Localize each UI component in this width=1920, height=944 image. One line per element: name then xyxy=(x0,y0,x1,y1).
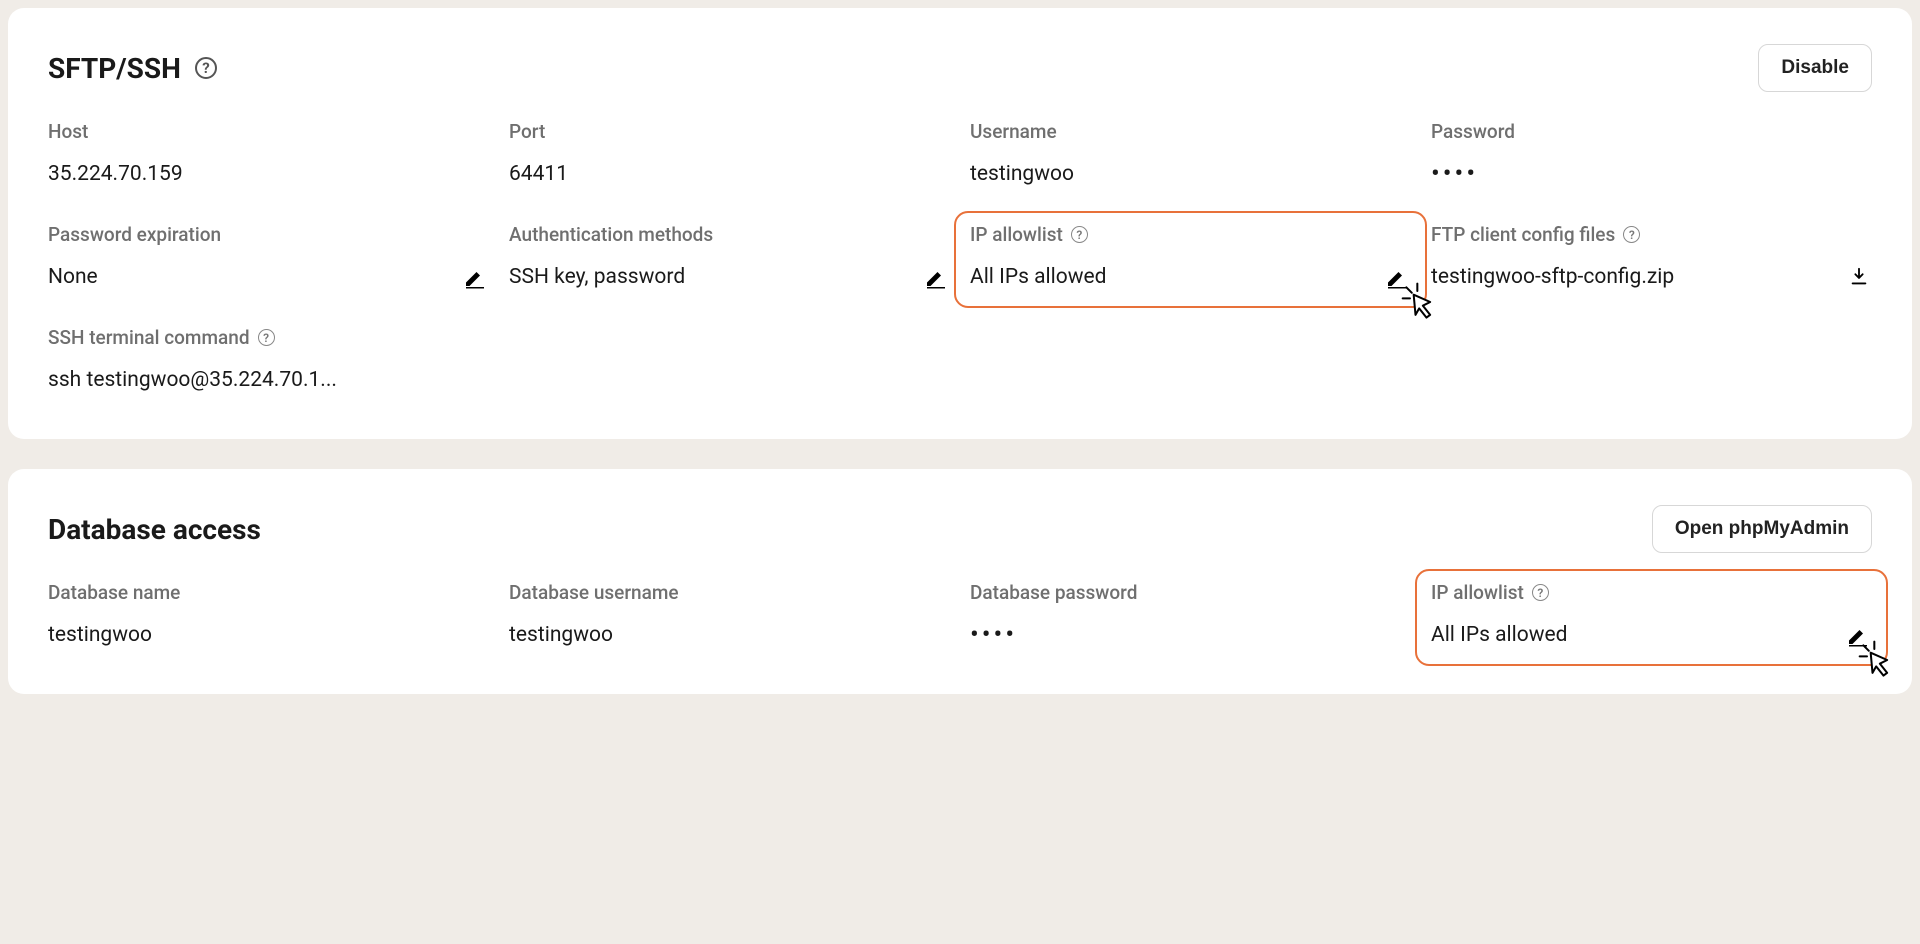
ftp-config-label: FTP client config files xyxy=(1431,223,1615,246)
ssh-command-label: SSH terminal command xyxy=(48,326,250,349)
auth-methods-field: Authentication methods SSH key, password xyxy=(509,223,950,292)
username-label: Username xyxy=(970,120,1411,143)
sftp-title-row: SFTP/SSH ? xyxy=(48,52,217,85)
help-icon[interactable]: ? xyxy=(1071,226,1088,243)
db-ip-allowlist-field: IP allowlist ? All IPs allowed xyxy=(1431,581,1872,650)
edit-auth-methods-button[interactable] xyxy=(922,263,950,291)
db-name-field: Database name testingwoo xyxy=(48,581,489,650)
ftp-config-value: testingwoo-sftp-config.zip xyxy=(1431,265,1836,289)
download-ftp-config-button[interactable] xyxy=(1846,264,1872,290)
auth-methods-value: SSH key, password xyxy=(509,265,912,289)
host-field: Host 35.224.70.159 xyxy=(48,120,489,189)
help-icon[interactable]: ? xyxy=(195,57,217,79)
host-value: 35.224.70.159 xyxy=(48,162,489,186)
pencil-icon xyxy=(463,265,487,289)
edit-pw-expiration-button[interactable] xyxy=(461,263,489,291)
pencil-icon xyxy=(1846,623,1870,647)
db-ip-label: IP allowlist xyxy=(1431,581,1524,604)
db-password-field: Database password •••• xyxy=(970,581,1411,650)
sftp-header: SFTP/SSH ? Disable xyxy=(48,44,1872,92)
ftp-config-label-row: FTP client config files ? xyxy=(1431,223,1872,246)
username-value: testingwoo xyxy=(970,162,1411,186)
pw-expiration-label: Password expiration xyxy=(48,223,489,246)
auth-methods-label: Authentication methods xyxy=(509,223,950,246)
port-field: Port 64411 xyxy=(509,120,950,189)
sftp-ssh-card: SFTP/SSH ? Disable Host 35.224.70.159 Po… xyxy=(8,8,1912,439)
db-username-field: Database username testingwoo xyxy=(509,581,950,650)
db-password-value: •••• xyxy=(970,622,1411,648)
sftp-title: SFTP/SSH xyxy=(48,52,181,85)
ssh-command-field: SSH terminal command ? ssh testingwoo@35… xyxy=(48,326,489,395)
db-username-label: Database username xyxy=(509,581,950,604)
db-ip-label-row: IP allowlist ? xyxy=(1431,581,1872,604)
pw-expiration-value: None xyxy=(48,265,451,289)
db-header: Database access Open phpMyAdmin xyxy=(48,505,1872,553)
db-title: Database access xyxy=(48,513,261,546)
download-icon xyxy=(1848,266,1870,288)
help-icon[interactable]: ? xyxy=(1623,226,1640,243)
sftp-ip-label: IP allowlist xyxy=(970,223,1063,246)
db-name-label: Database name xyxy=(48,581,489,604)
pencil-icon xyxy=(1385,265,1409,289)
ssh-command-value: ssh testingwoo@35.224.70.1... xyxy=(48,368,489,392)
db-password-label: Database password xyxy=(970,581,1411,604)
pencil-icon xyxy=(924,265,948,289)
sftp-ip-value: All IPs allowed xyxy=(970,265,1373,289)
db-ip-highlight: IP allowlist ? All IPs allowed xyxy=(1415,569,1888,666)
help-icon[interactable]: ? xyxy=(1532,584,1549,601)
port-label: Port xyxy=(509,120,950,143)
sftp-ip-highlight: IP allowlist ? All IPs allowed xyxy=(954,211,1427,308)
sftp-ip-label-row: IP allowlist ? xyxy=(970,223,1411,246)
host-label: Host xyxy=(48,120,489,143)
help-icon[interactable]: ? xyxy=(258,329,275,346)
disable-button[interactable]: Disable xyxy=(1758,44,1872,92)
port-value: 64411 xyxy=(509,162,950,186)
sftp-ip-allowlist-field: IP allowlist ? All IPs allowed xyxy=(970,223,1411,292)
db-username-value: testingwoo xyxy=(509,623,950,647)
password-value: •••• xyxy=(1431,161,1872,187)
username-field: Username testingwoo xyxy=(970,120,1411,189)
edit-sftp-ip-button[interactable] xyxy=(1383,263,1411,291)
db-name-value: testingwoo xyxy=(48,623,489,647)
password-field: Password •••• xyxy=(1431,120,1872,189)
database-access-card: Database access Open phpMyAdmin Database… xyxy=(8,469,1912,694)
sftp-grid: Host 35.224.70.159 Port 64411 Username t… xyxy=(48,120,1872,395)
db-grid: Database name testingwoo Database userna… xyxy=(48,581,1872,650)
pw-expiration-field: Password expiration None xyxy=(48,223,489,292)
password-label: Password xyxy=(1431,120,1872,143)
ftp-config-field: FTP client config files ? testingwoo-sft… xyxy=(1431,223,1872,292)
open-phpmyadmin-button[interactable]: Open phpMyAdmin xyxy=(1652,505,1872,553)
db-ip-value: All IPs allowed xyxy=(1431,623,1834,647)
ssh-command-label-row: SSH terminal command ? xyxy=(48,326,489,349)
edit-db-ip-button[interactable] xyxy=(1844,621,1872,649)
